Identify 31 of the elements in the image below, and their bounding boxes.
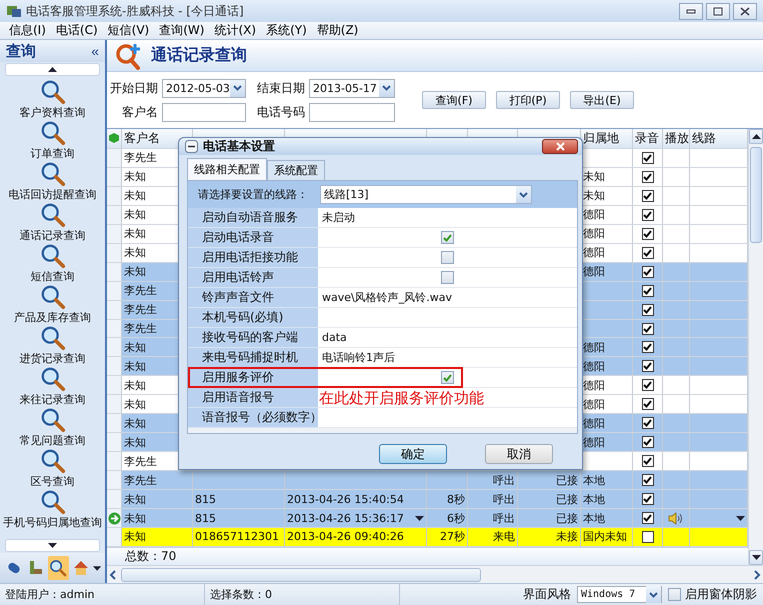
- property-label: 语音报号（必须数字）: [188, 408, 318, 428]
- field-label: 电话号码: [257, 104, 306, 120]
- property-label: 启动自动语音服务: [188, 208, 318, 228]
- column-header: 线路: [692, 130, 716, 147]
- property-label: 启用电话铃声: [188, 268, 318, 288]
- total-count: 总数：70: [125, 548, 176, 565]
- property-label: 启用电话拒接功能: [188, 248, 318, 268]
- property-label: 接收号码的客户端: [188, 328, 318, 348]
- field-label: 界面风格: [523, 586, 571, 603]
- column-header: 归属地: [583, 130, 619, 147]
- column-header: 客户名: [124, 130, 160, 147]
- checkbox-label: 启用窗体阴影: [685, 586, 757, 603]
- column-header: 录音: [635, 130, 659, 147]
- cell-text: 2013-04-26 15:36:17: [287, 512, 404, 525]
- annotation-text: 在此处开启服务评价功能: [319, 388, 484, 406]
- column-header: 播放: [665, 130, 689, 147]
- field-label: 开始日期: [110, 80, 159, 96]
- status-text: 选择条数：0: [205, 584, 400, 605]
- field-label: 客户名: [122, 104, 159, 120]
- page-title: 通话记录查询: [151, 45, 247, 66]
- property-label: 启用语音报号: [188, 388, 318, 408]
- property-label: 本机号码(必填): [188, 308, 318, 328]
- dialog-title: 电话基本设置: [203, 138, 275, 155]
- property-label: 铃声声音文件: [188, 288, 318, 308]
- property-label: 启动电话录音: [188, 228, 318, 248]
- property-label: 来电号码捕捉时机: [188, 348, 318, 368]
- sidebar-title: 查询: [6, 42, 36, 60]
- field-label: 请选择要设置的线路：: [198, 187, 308, 202]
- status-text: 登陆用户：admin: [0, 584, 205, 605]
- window-title: 电话客服管理系统-胜威科技 - [今日通话]: [26, 2, 245, 20]
- field-label: 结束日期: [257, 80, 306, 96]
